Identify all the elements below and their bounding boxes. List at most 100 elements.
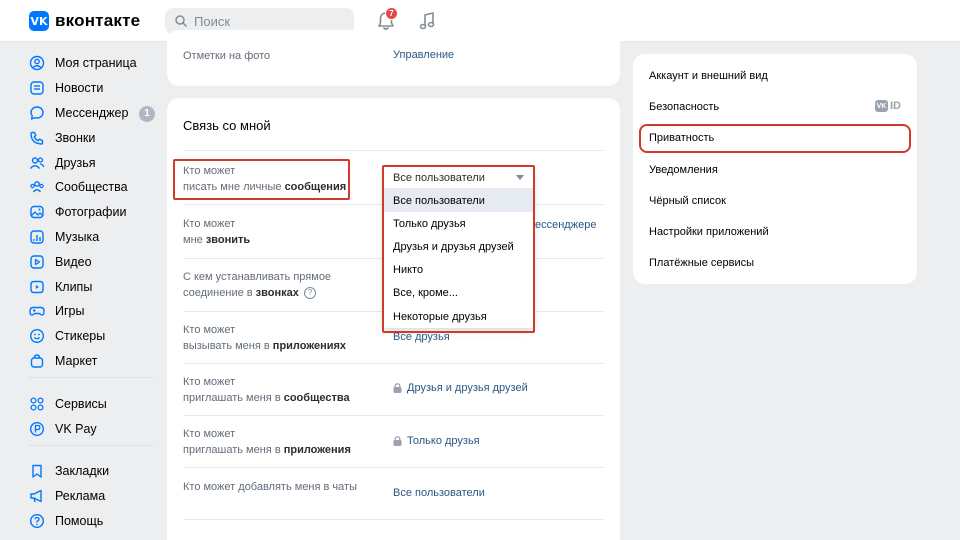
nav-label: Звонки [55,130,96,145]
gamepad-icon [29,307,45,317]
pay-icon [29,421,45,436]
label-bold: приложениях [272,340,347,352]
nav-my-page[interactable]: Моя страница [29,51,159,76]
divider [183,519,604,520]
chats-add-setting-label: Кто может добавлять меня в чаты [183,481,357,493]
highlight-privacy-menu-item [639,124,911,153]
label-line1: Кто может [183,428,236,440]
lock-icon [393,436,402,446]
menu-item-label: Настройки приложений [649,226,769,239]
menu-item-blacklist[interactable]: Чёрный список [633,185,917,216]
label-line1: Кто может [183,218,236,230]
menu-item-notifications[interactable]: Уведомления [633,154,917,185]
nav-vkpay[interactable]: VK Pay [29,416,159,441]
user-circle-icon [29,56,45,71]
help-icon [29,513,45,528]
vk-id-badge: VK ID [875,100,901,113]
label-bold: звонках [255,287,299,299]
nav-bookmarks[interactable]: Закладки [29,459,159,484]
highlight-dropdown [382,165,535,333]
megaphone-icon [30,489,42,503]
clips-icon [30,280,44,293]
vk-logo-text: вконтакте [55,11,141,30]
nav-messenger[interactable]: Мессенджер 1 [29,101,159,126]
menu-item-payments[interactable]: Платёжные сервисы [633,248,917,279]
divider [183,150,604,151]
nav-label: VK Pay [55,421,97,436]
menu-item-label: Уведомления [649,163,718,176]
nav-label: Маркет [55,353,98,368]
nav-label: Реклама [55,489,106,504]
vk-id-text: ID [890,100,901,113]
nav-clips[interactable]: Клипы [29,274,159,299]
divider [183,415,604,416]
nav-friends[interactable]: Друзья [29,150,159,175]
nav-calls[interactable]: Звонки [29,125,159,150]
nav-label: Закладки [55,464,110,479]
nav-video[interactable]: Видео [29,249,159,274]
nav-label: Клипы [55,279,93,294]
music-note-icon[interactable] [417,10,437,32]
calls-setting-label: Кто может мне звонить [183,216,250,248]
menu-item-app-settings[interactable]: Настройки приложений [633,216,917,247]
highlight-messages-label [173,159,350,200]
nav-label: Видео [55,254,92,269]
nav-games[interactable]: Игры [29,299,159,324]
vk-id-icon: VK [875,100,888,113]
communities-invite-setting-label: Кто может приглашать меня в сообщества [183,374,350,406]
apps-invite-setting-value[interactable]: Только друзья [393,435,480,447]
photo-tags-manage-link[interactable]: Управление [393,49,454,61]
help-question-icon[interactable]: ? [303,287,316,300]
vk-logo[interactable]: VK вконтакте [29,11,140,31]
nav-help[interactable]: Помощь [29,509,159,534]
nav-label: Помощь [55,513,104,528]
nav-stickers[interactable]: Стикеры [29,324,159,349]
apps-call-setting-label: Кто может вызывать меня в приложениях [183,322,346,354]
nav-news[interactable]: Новости [29,76,159,101]
chats-add-setting-value[interactable]: Все пользователи [393,487,485,499]
communities-invite-setting-value[interactable]: Друзья и друзья друзей [393,382,528,394]
label-line2: приглашать меня в [183,392,284,404]
menu-item-account[interactable]: Аккаунт и внешний вид [633,60,917,91]
menu-item-label: Чёрный список [649,194,726,207]
value-text: Только друзья [407,435,480,447]
nav-label: Фотографии [55,205,127,220]
nav-communities[interactable]: Сообщества [29,175,159,200]
nav-market[interactable]: Маркет [29,349,159,374]
bookmark-icon [32,465,42,479]
section-title: Связь со мной [183,118,271,133]
divider [183,467,604,468]
friends-icon [29,156,45,169]
search-icon [175,15,187,27]
services-icon [30,397,44,411]
nav-music[interactable]: Музыка [29,225,159,250]
nav-label: Новости [55,81,104,96]
phone-icon [30,131,44,145]
label-line2: соединение в [183,287,256,299]
news-icon [30,81,44,95]
search-input[interactable] [194,13,344,29]
nav-label: Игры [55,304,85,319]
smile-icon [29,329,45,344]
settings-menu: Аккаунт и внешний вид Безопасность VK ID… [633,54,917,284]
nav-services[interactable]: Сервисы [29,391,159,416]
label-line2: мне [183,234,206,246]
music-icon [30,230,44,244]
nav-photos[interactable]: Фотографии [29,200,159,225]
left-navigation: Моя страница Новости Мессенджер 1 Звонки… [29,51,159,533]
nav-label: Стикеры [55,329,106,344]
label-bold: приложения [283,444,351,456]
photo-tags-card: Отметки на фото Управление [167,30,620,86]
lock-icon [393,383,402,393]
menu-item-label: Аккаунт и внешний вид [649,69,768,82]
calls-setting-value-partial[interactable]: ессенджере [535,219,596,231]
nav-label: Друзья [55,155,96,170]
divider [183,363,604,364]
bag-icon [30,354,44,368]
menu-item-security[interactable]: Безопасность VK ID [633,91,917,122]
nav-ads[interactable]: Реклама [29,484,159,509]
nav-label: Моя страница [55,56,137,71]
menu-item-label: Платёжные сервисы [649,257,754,270]
notification-badge: 7 [385,7,398,20]
label-line1: Кто может [183,376,236,388]
